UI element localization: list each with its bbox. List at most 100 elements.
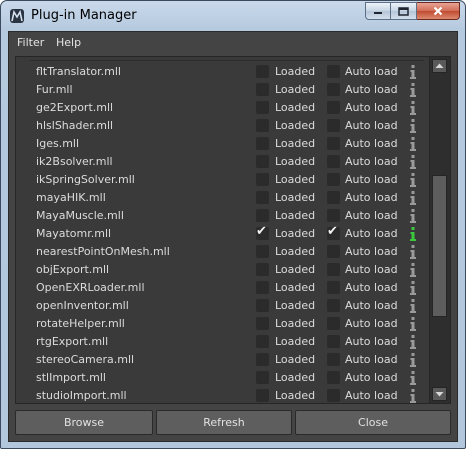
- autoload-label: Auto load: [345, 137, 398, 150]
- refresh-button[interactable]: Refresh: [156, 410, 292, 435]
- autoload-checkbox[interactable]: [327, 299, 340, 312]
- plugin-name: Mayatomr.mll: [36, 227, 112, 240]
- scrollbar-thumb[interactable]: [432, 175, 447, 317]
- loaded-checkbox[interactable]: [256, 371, 269, 384]
- loaded-checkbox[interactable]: [256, 353, 269, 366]
- info-icon[interactable]: [409, 226, 417, 242]
- menu-filter[interactable]: Filter: [17, 36, 44, 49]
- window-controls: [365, 2, 460, 20]
- loaded-label: Loaded: [275, 209, 316, 222]
- scroll-down-button[interactable]: [432, 387, 447, 401]
- info-icon[interactable]: [409, 172, 417, 188]
- loaded-checkbox[interactable]: [256, 245, 269, 258]
- loaded-checkbox[interactable]: ✔: [256, 224, 269, 240]
- plugin-name: stlImport.mll: [36, 371, 106, 384]
- loaded-label: Loaded: [275, 65, 316, 78]
- info-icon[interactable]: [409, 82, 417, 98]
- loaded-checkbox[interactable]: [256, 335, 269, 348]
- autoload-checkbox[interactable]: [327, 317, 340, 330]
- loaded-label: Loaded: [275, 299, 316, 312]
- loaded-checkbox[interactable]: [256, 191, 269, 204]
- button-bar: Browse Refresh Close: [15, 410, 451, 436]
- autoload-checkbox[interactable]: [327, 83, 340, 96]
- loaded-checkbox[interactable]: [256, 65, 269, 78]
- info-icon[interactable]: [409, 388, 417, 403]
- autoload-checkbox[interactable]: [327, 281, 340, 294]
- close-window-button[interactable]: [417, 2, 460, 20]
- info-icon[interactable]: [409, 298, 417, 314]
- info-icon[interactable]: [409, 118, 417, 134]
- autoload-label: Auto load: [345, 281, 398, 294]
- info-icon[interactable]: [409, 280, 417, 296]
- info-icon[interactable]: [409, 208, 417, 224]
- info-icon[interactable]: [409, 352, 417, 368]
- info-icon[interactable]: [409, 190, 417, 206]
- loaded-label: Loaded: [275, 389, 316, 402]
- loaded-checkbox[interactable]: [256, 173, 269, 186]
- loaded-label: Loaded: [275, 371, 316, 384]
- autoload-checkbox[interactable]: [327, 173, 340, 186]
- autoload-checkbox[interactable]: [327, 137, 340, 150]
- autoload-checkbox[interactable]: [327, 101, 340, 114]
- plugin-list[interactable]: fltTranslator.mll Loaded Auto load Fur.mll L…: [16, 57, 428, 403]
- minimize-icon: [374, 12, 382, 14]
- info-icon[interactable]: [409, 244, 417, 260]
- autoload-label: Auto load: [345, 155, 398, 168]
- minimize-button[interactable]: [365, 2, 391, 20]
- maximize-button[interactable]: [391, 2, 417, 20]
- loaded-checkbox[interactable]: [256, 119, 269, 132]
- loaded-checkbox[interactable]: [256, 389, 269, 402]
- autoload-checkbox[interactable]: [327, 209, 340, 222]
- autoload-checkbox[interactable]: [327, 335, 340, 348]
- info-icon[interactable]: [409, 370, 417, 386]
- autoload-checkbox[interactable]: ✔: [327, 224, 340, 240]
- checkmark-icon: ✔: [256, 224, 267, 239]
- autoload-checkbox[interactable]: [327, 389, 340, 402]
- autoload-checkbox[interactable]: [327, 65, 340, 78]
- plugin-name: OpenEXRLoader.mll: [36, 281, 145, 294]
- autoload-checkbox[interactable]: [327, 263, 340, 276]
- autoload-checkbox[interactable]: [327, 191, 340, 204]
- loaded-label: Loaded: [275, 335, 316, 348]
- loaded-checkbox[interactable]: [256, 299, 269, 312]
- autoload-checkbox[interactable]: [327, 155, 340, 168]
- loaded-label: Loaded: [275, 317, 316, 330]
- autoload-checkbox[interactable]: [327, 353, 340, 366]
- browse-button[interactable]: Browse: [15, 410, 153, 435]
- title-bar[interactable]: Plug-in Manager: [1, 1, 465, 31]
- scroll-up-button[interactable]: [432, 59, 447, 73]
- loaded-checkbox[interactable]: [256, 137, 269, 150]
- info-icon[interactable]: [409, 136, 417, 152]
- loaded-checkbox[interactable]: [256, 101, 269, 114]
- plugin-name: Iges.mll: [36, 137, 80, 150]
- autoload-checkbox[interactable]: [327, 119, 340, 132]
- info-icon[interactable]: [409, 316, 417, 332]
- info-icon[interactable]: [409, 154, 417, 170]
- close-button[interactable]: Close: [295, 410, 451, 435]
- loaded-label: Loaded: [275, 173, 316, 186]
- arrow-up-icon: [435, 63, 444, 68]
- info-icon[interactable]: [409, 100, 417, 116]
- autoload-checkbox[interactable]: [327, 245, 340, 258]
- loaded-checkbox[interactable]: [256, 209, 269, 222]
- menu-help[interactable]: Help: [56, 36, 81, 49]
- list-divider: [30, 60, 424, 61]
- loaded-label: Loaded: [275, 101, 316, 114]
- autoload-label: Auto load: [345, 263, 398, 276]
- vertical-scrollbar[interactable]: [429, 57, 450, 403]
- loaded-checkbox[interactable]: [256, 83, 269, 96]
- maya-app-icon: [10, 9, 24, 23]
- plugin-name: stereoCamera.mll: [36, 353, 135, 366]
- info-icon[interactable]: [409, 334, 417, 350]
- info-icon[interactable]: [409, 64, 417, 80]
- maximize-icon: [398, 6, 409, 16]
- info-icon[interactable]: [409, 262, 417, 278]
- plugin-row: nearestPointOnMesh.mll Loaded Auto load: [16, 243, 428, 261]
- checkmark-icon: ✔: [327, 224, 338, 239]
- autoload-checkbox[interactable]: [327, 371, 340, 384]
- loaded-checkbox[interactable]: [256, 317, 269, 330]
- loaded-checkbox[interactable]: [256, 281, 269, 294]
- loaded-checkbox[interactable]: [256, 155, 269, 168]
- loaded-label: Loaded: [275, 83, 316, 96]
- loaded-checkbox[interactable]: [256, 263, 269, 276]
